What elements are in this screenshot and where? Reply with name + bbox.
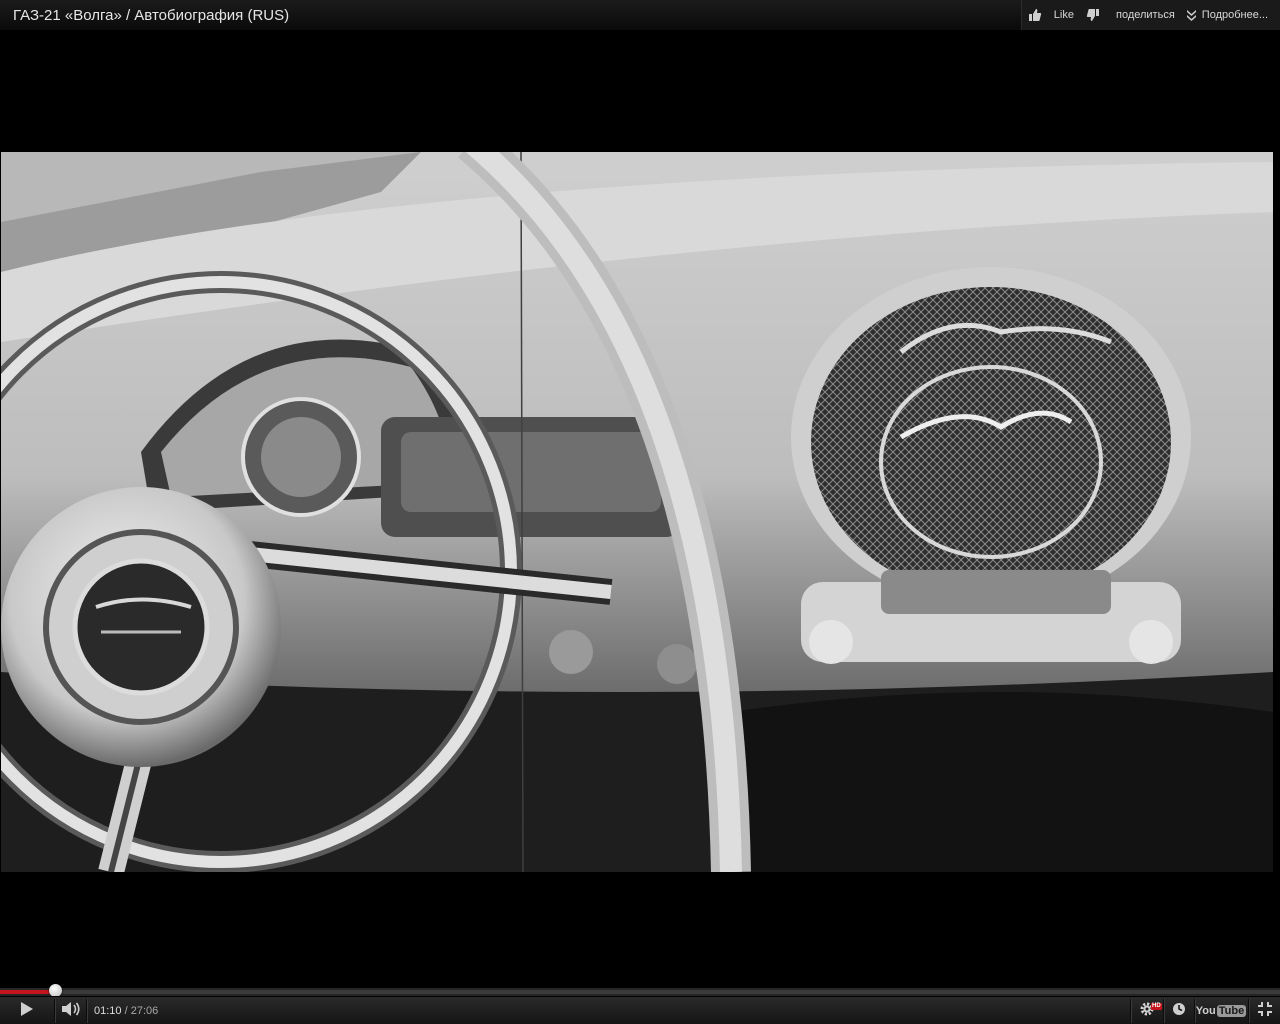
watch-later-button[interactable] bbox=[1165, 997, 1193, 1024]
play-icon bbox=[20, 1001, 34, 1022]
fullscreen-icon bbox=[1257, 1001, 1273, 1022]
gear-icon: HD bbox=[1139, 1001, 1162, 1022]
video-frame[interactable] bbox=[1, 152, 1273, 872]
double-chevron-down-icon bbox=[1186, 9, 1196, 21]
video-area[interactable] bbox=[0, 30, 1280, 988]
controls-bar: 01:10 / 27:06 HD You Tube bbox=[0, 996, 1280, 1024]
youtube-logo-you: You bbox=[1195, 1005, 1216, 1017]
share-button[interactable]: поделиться bbox=[1110, 0, 1181, 30]
clock-icon bbox=[1172, 1002, 1186, 1021]
play-button[interactable] bbox=[0, 997, 54, 1024]
progress-played bbox=[0, 990, 55, 994]
duration: 27:06 bbox=[130, 1005, 159, 1017]
volume-icon bbox=[61, 1001, 81, 1022]
progress-loaded bbox=[0, 990, 1280, 994]
youtube-logo-tube: Tube bbox=[1216, 1005, 1247, 1017]
like-label-button[interactable]: Like bbox=[1048, 0, 1080, 30]
hd-badge: HD bbox=[1151, 1002, 1162, 1010]
video-player: ГАЗ-21 «Волга» / Автобиография (RUS) Lik… bbox=[0, 0, 1280, 1024]
youtube-logo: You Tube bbox=[1195, 1005, 1247, 1017]
time-separator: / bbox=[121, 1005, 131, 1017]
thumbs-up-icon bbox=[1028, 8, 1042, 22]
fullscreen-button[interactable] bbox=[1250, 997, 1280, 1024]
like-button[interactable] bbox=[1022, 0, 1048, 30]
dislike-button[interactable] bbox=[1080, 0, 1106, 30]
youtube-logo-button[interactable]: You Tube bbox=[1195, 997, 1247, 1024]
top-actions: Like поделиться Подробнее... bbox=[1020, 0, 1280, 30]
more-info-button[interactable]: Подробнее... bbox=[1181, 0, 1274, 30]
progress-bar[interactable] bbox=[0, 984, 1280, 997]
video-title[interactable]: ГАЗ-21 «Волга» / Автобиография (RUS) bbox=[13, 7, 289, 24]
time-display: 01:10 / 27:06 bbox=[94, 1005, 158, 1017]
more-info-label: Подробнее... bbox=[1201, 9, 1268, 21]
share-label: поделиться bbox=[1115, 9, 1175, 21]
settings-button[interactable]: HD bbox=[1132, 997, 1162, 1024]
current-time: 01:10 bbox=[94, 1005, 122, 1017]
thumbs-down-icon bbox=[1086, 8, 1100, 22]
title-bar: ГАЗ-21 «Волга» / Автобиография (RUS) Lik… bbox=[0, 0, 1280, 30]
volume-button[interactable] bbox=[56, 997, 86, 1024]
like-label: Like bbox=[1053, 9, 1074, 21]
